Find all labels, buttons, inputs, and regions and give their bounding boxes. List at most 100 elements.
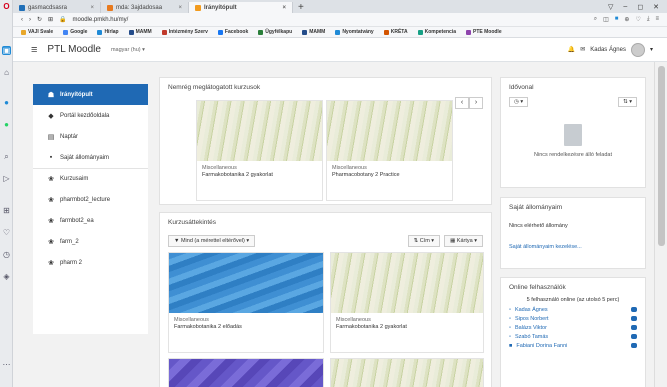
user-icon: ▫: [509, 315, 511, 322]
window-close-icon[interactable]: ✕: [653, 3, 659, 11]
online-user-name[interactable]: Kadas Ágnes: [515, 307, 548, 313]
message-icon[interactable]: [631, 316, 637, 321]
prev-button[interactable]: ‹: [455, 97, 469, 109]
extensions-icon[interactable]: ◈: [2, 272, 11, 281]
course-card[interactable]: [168, 358, 324, 387]
timeline-sort-dropdown[interactable]: ⇅ ▾: [618, 97, 637, 107]
url-field[interactable]: moodle.pmkh.hu/my/: [73, 17, 129, 23]
bookmark-1[interactable]: Google: [63, 29, 87, 35]
drawer-item-course[interactable]: ❀ pharm 2: [33, 252, 148, 273]
course-image: [327, 101, 452, 161]
download-icon[interactable]: ⤓: [647, 16, 650, 23]
home-icon[interactable]: ⌂: [2, 68, 11, 77]
close-icon[interactable]: ×: [90, 5, 94, 11]
bookmark-11[interactable]: PTE Moodle: [465, 29, 502, 35]
more-icon[interactable]: ⋯: [2, 360, 11, 369]
drawer-toggle-icon[interactable]: ≡: [31, 44, 37, 56]
bookmark-3[interactable]: MAMM: [128, 29, 152, 35]
heart-icon[interactable]: ♡: [635, 16, 640, 23]
course-name[interactable]: Pharmacobotany 2 Practice: [327, 172, 452, 178]
message-icon[interactable]: [631, 307, 637, 312]
scrollbar-thumb[interactable]: [658, 66, 665, 246]
list-item[interactable]: ▫ Kadas Ágnes: [501, 305, 645, 314]
sort-dropdown[interactable]: ⇅ Cím ▾: [407, 235, 441, 247]
course-name[interactable]: Farmakobotanika 2 gyakorlat: [197, 172, 322, 178]
course-card[interactable]: [330, 358, 484, 387]
bookmark-6[interactable]: Ügyfélkapu: [258, 29, 292, 35]
manage-files-link[interactable]: Saját állományaim kezelése...: [509, 244, 582, 250]
messenger-icon[interactable]: ●: [2, 98, 11, 107]
send-icon[interactable]: ▷: [2, 174, 11, 183]
close-icon[interactable]: ×: [282, 5, 286, 11]
site-brand[interactable]: PTL Moodle: [47, 44, 101, 55]
notification-icon[interactable]: 🔔: [568, 46, 575, 53]
drawer-item-dashboard[interactable]: ☗ Irányítópult: [33, 84, 148, 105]
next-button[interactable]: ›: [469, 97, 483, 109]
list-item[interactable]: ▫ Szabó Tamás: [501, 332, 645, 341]
drawer-item-my-courses[interactable]: ❀ Kurzusaim: [33, 168, 148, 189]
bookmark-8[interactable]: Nyomtatvány: [335, 29, 374, 35]
list-item[interactable]: ■ Fabiani Dorina Fanni: [501, 341, 645, 350]
page-scrollbar[interactable]: [654, 62, 667, 387]
message-icon[interactable]: [631, 334, 637, 339]
search-icon[interactable]: ⌕: [594, 16, 597, 23]
tab-3-active[interactable]: Irányítópult ×: [189, 2, 293, 13]
drawer-item-course[interactable]: ❀ pharmbot2_lecture: [33, 189, 148, 210]
online-user-name[interactable]: Szabó Tamás: [515, 334, 548, 340]
course-card[interactable]: Miscellaneous Farmakobotanika 2 előadás: [168, 252, 324, 353]
drawer-item-private-files[interactable]: ▪ Saját állományaim: [33, 147, 148, 168]
online-user-name[interactable]: Sipos Norbert: [515, 316, 549, 322]
message-icon[interactable]: [631, 325, 637, 330]
drawer-item-course[interactable]: ❀ farmbot2_ea: [33, 210, 148, 231]
drawer-item-course[interactable]: ❀ farm_2: [33, 231, 148, 252]
message-icon[interactable]: [631, 343, 637, 348]
opera-logo-icon[interactable]: O: [2, 2, 11, 11]
course-card[interactable]: Miscellaneous Farmakobotanika 2 gyakorla…: [330, 252, 484, 353]
user-menu[interactable]: 🔔 ✉ Kadas Ágnes ▾: [568, 42, 667, 57]
list-item[interactable]: ▫ Balázs Viktor: [501, 323, 645, 332]
speed-dial-icon[interactable]: ▣: [2, 46, 11, 55]
filter-dropdown[interactable]: ▼ Mind (a mérettel eltérővel) ▾: [168, 235, 256, 247]
grid-icon[interactable]: ⊞: [2, 206, 11, 215]
bookmark-0[interactable]: VAJI Svale: [21, 29, 53, 35]
bookmark-7[interactable]: MAMM: [302, 29, 325, 35]
view-dropdown[interactable]: ▦ Kártya ▾: [444, 235, 483, 247]
maximize-icon[interactable]: ◻: [637, 3, 643, 11]
online-user-name[interactable]: Fabiani Dorina Fanni: [516, 343, 567, 349]
course-card[interactable]: Miscellaneous Pharmacobotany 2 Practice: [326, 100, 453, 201]
drawer-item-home[interactable]: ◆ Portál kezdőoldala: [33, 105, 148, 126]
course-card[interactable]: Miscellaneous Farmakobotanika 2 gyakorla…: [196, 100, 323, 201]
course-name[interactable]: Farmakobotanika 2 előadás: [169, 324, 323, 330]
heart-icon[interactable]: ♡: [2, 228, 11, 237]
list-item[interactable]: ▫ Sipos Norbert: [501, 314, 645, 323]
course-name[interactable]: Farmakobotanika 2 gyakorlat: [331, 324, 483, 330]
new-tab-button[interactable]: +: [293, 2, 309, 13]
back-icon[interactable]: ‹: [21, 17, 23, 23]
minimize-icon[interactable]: –: [623, 3, 627, 11]
drawer-item-label: Irányítópult: [60, 91, 93, 98]
speed-dial-grid-icon[interactable]: ⊞: [48, 16, 53, 23]
bookmark-9[interactable]: KRÉTA: [383, 29, 408, 35]
tabs-menu-icon[interactable]: ▽: [608, 3, 613, 11]
close-icon[interactable]: ×: [178, 5, 182, 11]
timeline-filter-dropdown[interactable]: ◷ ▾: [509, 97, 529, 107]
snapshot-icon[interactable]: ◫: [603, 16, 609, 23]
extension-icon[interactable]: ⊕: [624, 16, 629, 23]
menu-icon[interactable]: ≡: [655, 16, 659, 23]
history-icon[interactable]: ◷: [2, 250, 11, 259]
forward-icon[interactable]: ›: [29, 17, 31, 23]
message-icon[interactable]: ✉: [580, 46, 585, 53]
drawer-item-calendar[interactable]: ▤ Naptár: [33, 126, 148, 147]
bookmark-10[interactable]: Kompetencia: [417, 29, 456, 35]
tab-2[interactable]: mda: 3ajdadosaa ×: [101, 2, 189, 13]
shield-icon[interactable]: ■: [615, 16, 619, 23]
language-menu[interactable]: magyar (hu) ▾: [111, 47, 145, 53]
search-icon[interactable]: ⌕: [2, 152, 11, 161]
tab-1[interactable]: gasmacdsasra ×: [13, 2, 101, 13]
whatsapp-icon[interactable]: ●: [2, 120, 11, 129]
reload-icon[interactable]: ↻: [37, 16, 42, 23]
online-user-name[interactable]: Balázs Viktor: [515, 325, 547, 331]
bookmark-4[interactable]: Intézmény Szerv: [161, 29, 208, 35]
bookmark-5[interactable]: Facebook: [217, 29, 248, 35]
bookmark-2[interactable]: Hírlap: [97, 29, 119, 35]
